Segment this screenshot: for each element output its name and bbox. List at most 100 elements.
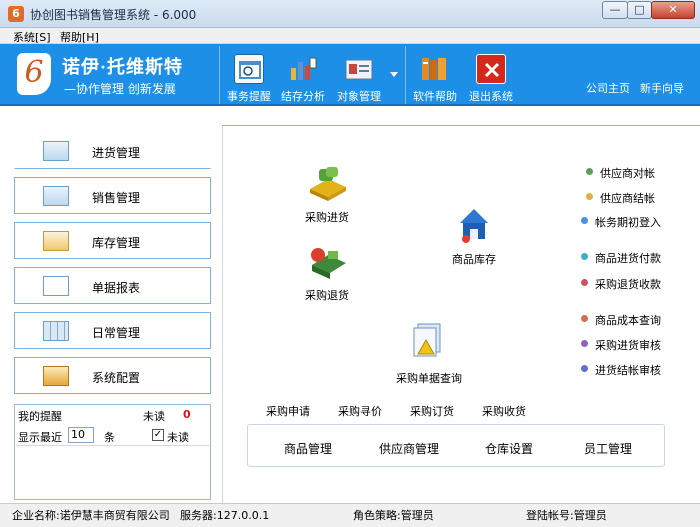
books-icon [420,54,450,84]
brand-name: 诺伊·托维斯特 [62,57,184,77]
id-card-icon [344,54,374,84]
document-search-icon [413,323,441,357]
stock-button[interactable]: 商品库存 [450,205,506,267]
nav-label: 进货管理 [92,146,141,160]
house-icon [460,209,488,243]
nav-label: 日常管理 [92,326,141,340]
process-request[interactable]: 采购申请 [266,403,310,419]
unread-checkbox-label: 未读 [167,431,189,444]
tool-object-label: 对象管理 [337,90,381,103]
bullet-icon [581,365,588,372]
stock-label: 商品库存 [452,253,496,266]
nav-label: 系统配置 [92,371,141,385]
show-recent-label: 显示最近 [18,431,62,444]
company-homepage-link[interactable]: 公司主页 [586,80,630,96]
staff-management-link[interactable]: 员工管理 [584,440,632,457]
doc-query-button[interactable]: 采购单据查询 [396,322,468,385]
purchase-payment-link[interactable]: 商品进货付款 [581,250,661,266]
link-label: 商品成本查询 [595,314,661,327]
link-label: 帐务期初登入 [595,216,661,229]
unread-checkbox[interactable]: ✓ [152,429,164,441]
purchase-icon [43,141,69,161]
unread-count: 0 [183,408,191,421]
opening-balance-link[interactable]: 帐务期初登入 [581,214,661,230]
purchase-return-button[interactable]: 采购退货 [300,243,356,305]
purchase-audit-link[interactable]: 采购进货审核 [581,337,661,353]
nav-sales[interactable]: 销售管理 [14,177,211,214]
bullet-icon [581,253,588,260]
goods-management-link[interactable]: 商品管理 [284,440,332,457]
daily-grid-icon [43,321,69,341]
purchase-in-button[interactable]: 采购进货 [300,163,356,225]
report-chart-icon [43,276,69,296]
menu-bar: 系统[S] 帮助[H] [0,28,700,44]
minimize-button[interactable]: — [602,1,628,19]
process-inquiry[interactable]: 采购寻价 [338,403,382,419]
menu-help[interactable]: 帮助[H] [60,29,99,45]
server-address: 服务器:127.0.0.1 [180,509,270,522]
nav-label: 库存管理 [92,236,141,250]
status-bar: 企业名称:诺伊慧丰商贸有限公司 服务器:127.0.0.1 角色策略:管理员 登… [0,503,700,527]
reminder-list[interactable] [16,445,209,497]
purchase-in-icon [310,167,346,201]
bullet-icon [581,340,588,347]
toolbar: 6 诺伊·托维斯特 —协作管理 创新发展 事务提醒 结存分析 对象管理 软件帮助… [0,44,700,106]
settle-audit-link[interactable]: 进货结帐审核 [581,362,661,378]
bar-chart-icon [288,54,318,84]
bullet-icon [581,315,588,322]
cost-query-link[interactable]: 商品成本查询 [581,312,661,328]
bullet-icon [586,193,593,200]
warehouse-settings-link[interactable]: 仓库设置 [485,440,533,457]
tool-exit-button[interactable]: 退出系统 [462,48,520,104]
supplier-management-link[interactable]: 供应商管理 [379,440,439,457]
supplier-reconcile-link[interactable]: 供应商对帐 [586,165,655,181]
config-icon [43,366,69,386]
nav-inventory[interactable]: 库存管理 [14,222,211,259]
tool-object-button[interactable]: 对象管理 [330,48,388,104]
window-title: 协创图书销售管理系统 - 6.000 [30,8,197,22]
nav-purchase[interactable]: 进货管理 [14,132,211,169]
process-order[interactable]: 采购订货 [410,403,454,419]
tool-exit-label: 退出系统 [469,90,513,103]
nav-reports[interactable]: 单据报表 [14,267,211,304]
doc-query-label: 采购单据查询 [396,372,462,385]
return-receipt-link[interactable]: 采购退货收款 [581,276,661,292]
calendar-icon [234,54,264,84]
exit-icon [476,54,506,84]
nav-daily[interactable]: 日常管理 [14,312,211,349]
purchase-return-icon [311,248,346,279]
close-button[interactable]: ✕ [651,1,695,19]
company-name: 企业名称:诺伊慧丰商贸有限公司 [12,509,170,522]
recent-count-input[interactable]: 10 [68,427,94,443]
beginner-guide-link[interactable]: 新手向导 [640,80,684,96]
title-bar: 6 协创图书销售管理系统 - 6.000 — □ ✕ [0,0,700,28]
link-label: 商品进货付款 [595,252,661,265]
management-box: 商品管理 供应商管理 仓库设置 员工管理 [247,424,665,467]
inventory-icon [43,231,69,251]
app-icon[interactable]: 6 [8,6,24,22]
link-label: 采购退货收款 [595,278,661,291]
bullet-icon [581,279,588,286]
bullet-icon [581,217,588,224]
link-label: 供应商结帐 [600,192,655,205]
link-label: 采购进货审核 [595,339,661,352]
menu-system[interactable]: 系统[S] [13,29,51,45]
logo-icon: 6 [17,53,51,95]
bullet-icon [586,168,593,175]
link-label: 供应商对帐 [600,167,655,180]
process-receive[interactable]: 采购收货 [482,403,526,419]
supplier-settle-link[interactable]: 供应商结帐 [586,190,655,206]
link-label: 进货结帐审核 [595,364,661,377]
role-policy: 角色策略:管理员 [353,509,434,522]
reminder-title: 我的提醒 [18,410,62,423]
chevron-down-icon[interactable] [390,72,398,77]
brand-slogan: —协作管理 创新发展 [64,82,176,96]
unread-label: 未读 [143,410,165,423]
purchase-in-label: 采购进货 [305,211,349,224]
nav-label: 单据报表 [92,281,141,295]
unit-label: 条 [104,431,115,444]
maximize-button[interactable]: □ [627,1,652,19]
purchase-return-label: 采购退货 [305,289,349,302]
sales-icon [43,186,69,206]
nav-config[interactable]: 系统配置 [14,357,211,394]
